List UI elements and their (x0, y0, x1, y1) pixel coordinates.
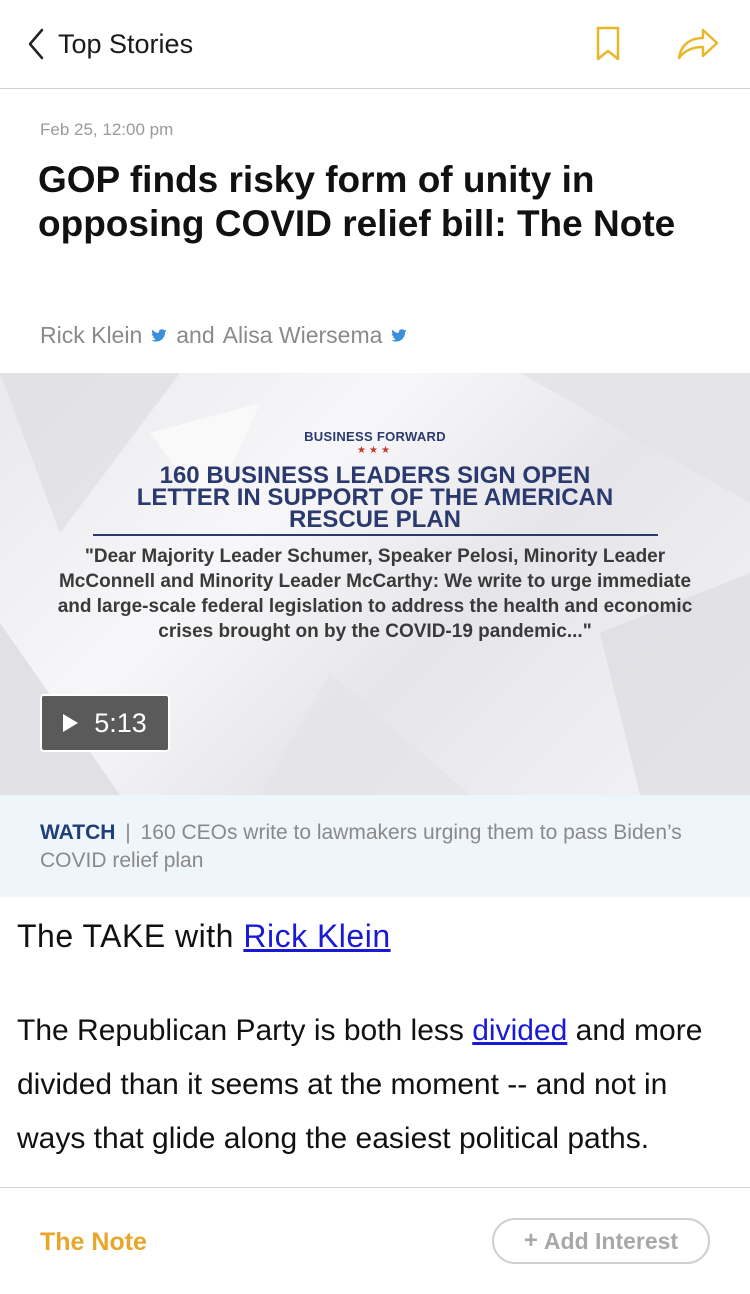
video-duration: 5:13 (94, 707, 147, 738)
back-label: Top Stories (58, 28, 194, 59)
plus-icon: + (523, 1227, 538, 1254)
byline-joiner: and (176, 322, 215, 348)
bottom-bar: The Note + Add Interest (0, 1187, 750, 1294)
thumb-quote: "Dear Majority Leader Schumer, Speaker P… (57, 546, 693, 642)
twitter-icon[interactable] (150, 328, 168, 343)
article-date: Feb 25, 12:00 pm (40, 120, 174, 139)
article-body-viewport: The Republican Party is both less divide… (0, 880, 750, 1187)
para-text: The Republican Party is both less (17, 1014, 473, 1047)
top-nav-bar: Top Stories (0, 0, 750, 89)
video-player[interactable]: BUSINESS FORWARD ★★★ 160 BUSINESS LEADER… (0, 373, 750, 795)
article-headline: GOP finds risky form of unity in opposin… (38, 159, 676, 244)
section-link[interactable]: The Note (40, 1228, 147, 1257)
play-icon (63, 714, 79, 732)
caption-separator: | (125, 821, 131, 844)
twitter-icon[interactable] (390, 328, 408, 343)
add-interest-label: Add Interest (543, 1227, 679, 1254)
divided-link[interactable]: divided (472, 1014, 567, 1047)
watch-label: WATCH (40, 821, 116, 844)
play-button[interactable]: 5:13 (40, 694, 170, 752)
bookmark-icon[interactable] (593, 24, 623, 64)
back-button[interactable]: Top Stories (28, 22, 193, 66)
chevron-left-icon (28, 28, 44, 60)
thumb-divider (93, 534, 658, 536)
author-link[interactable]: Alisa Wiersema (223, 322, 383, 349)
byline: Rick Klein and Alisa Wiersema (40, 322, 408, 349)
body-paragraph: The Republican Party is both less divide… (17, 1004, 742, 1166)
caption-text: 160 CEOs write to lawmakers urging them … (40, 821, 682, 872)
thumb-stars: ★★★ (357, 445, 393, 456)
thumb-brand: BUSINESS FORWARD (304, 429, 446, 444)
thumb-headline: 160 BUSINESS LEADERS SIGN OPEN LETTER IN… (136, 462, 614, 533)
author-link[interactable]: Rick Klein (40, 322, 142, 349)
add-interest-button[interactable]: + Add Interest (492, 1218, 710, 1264)
share-icon[interactable] (675, 24, 721, 64)
